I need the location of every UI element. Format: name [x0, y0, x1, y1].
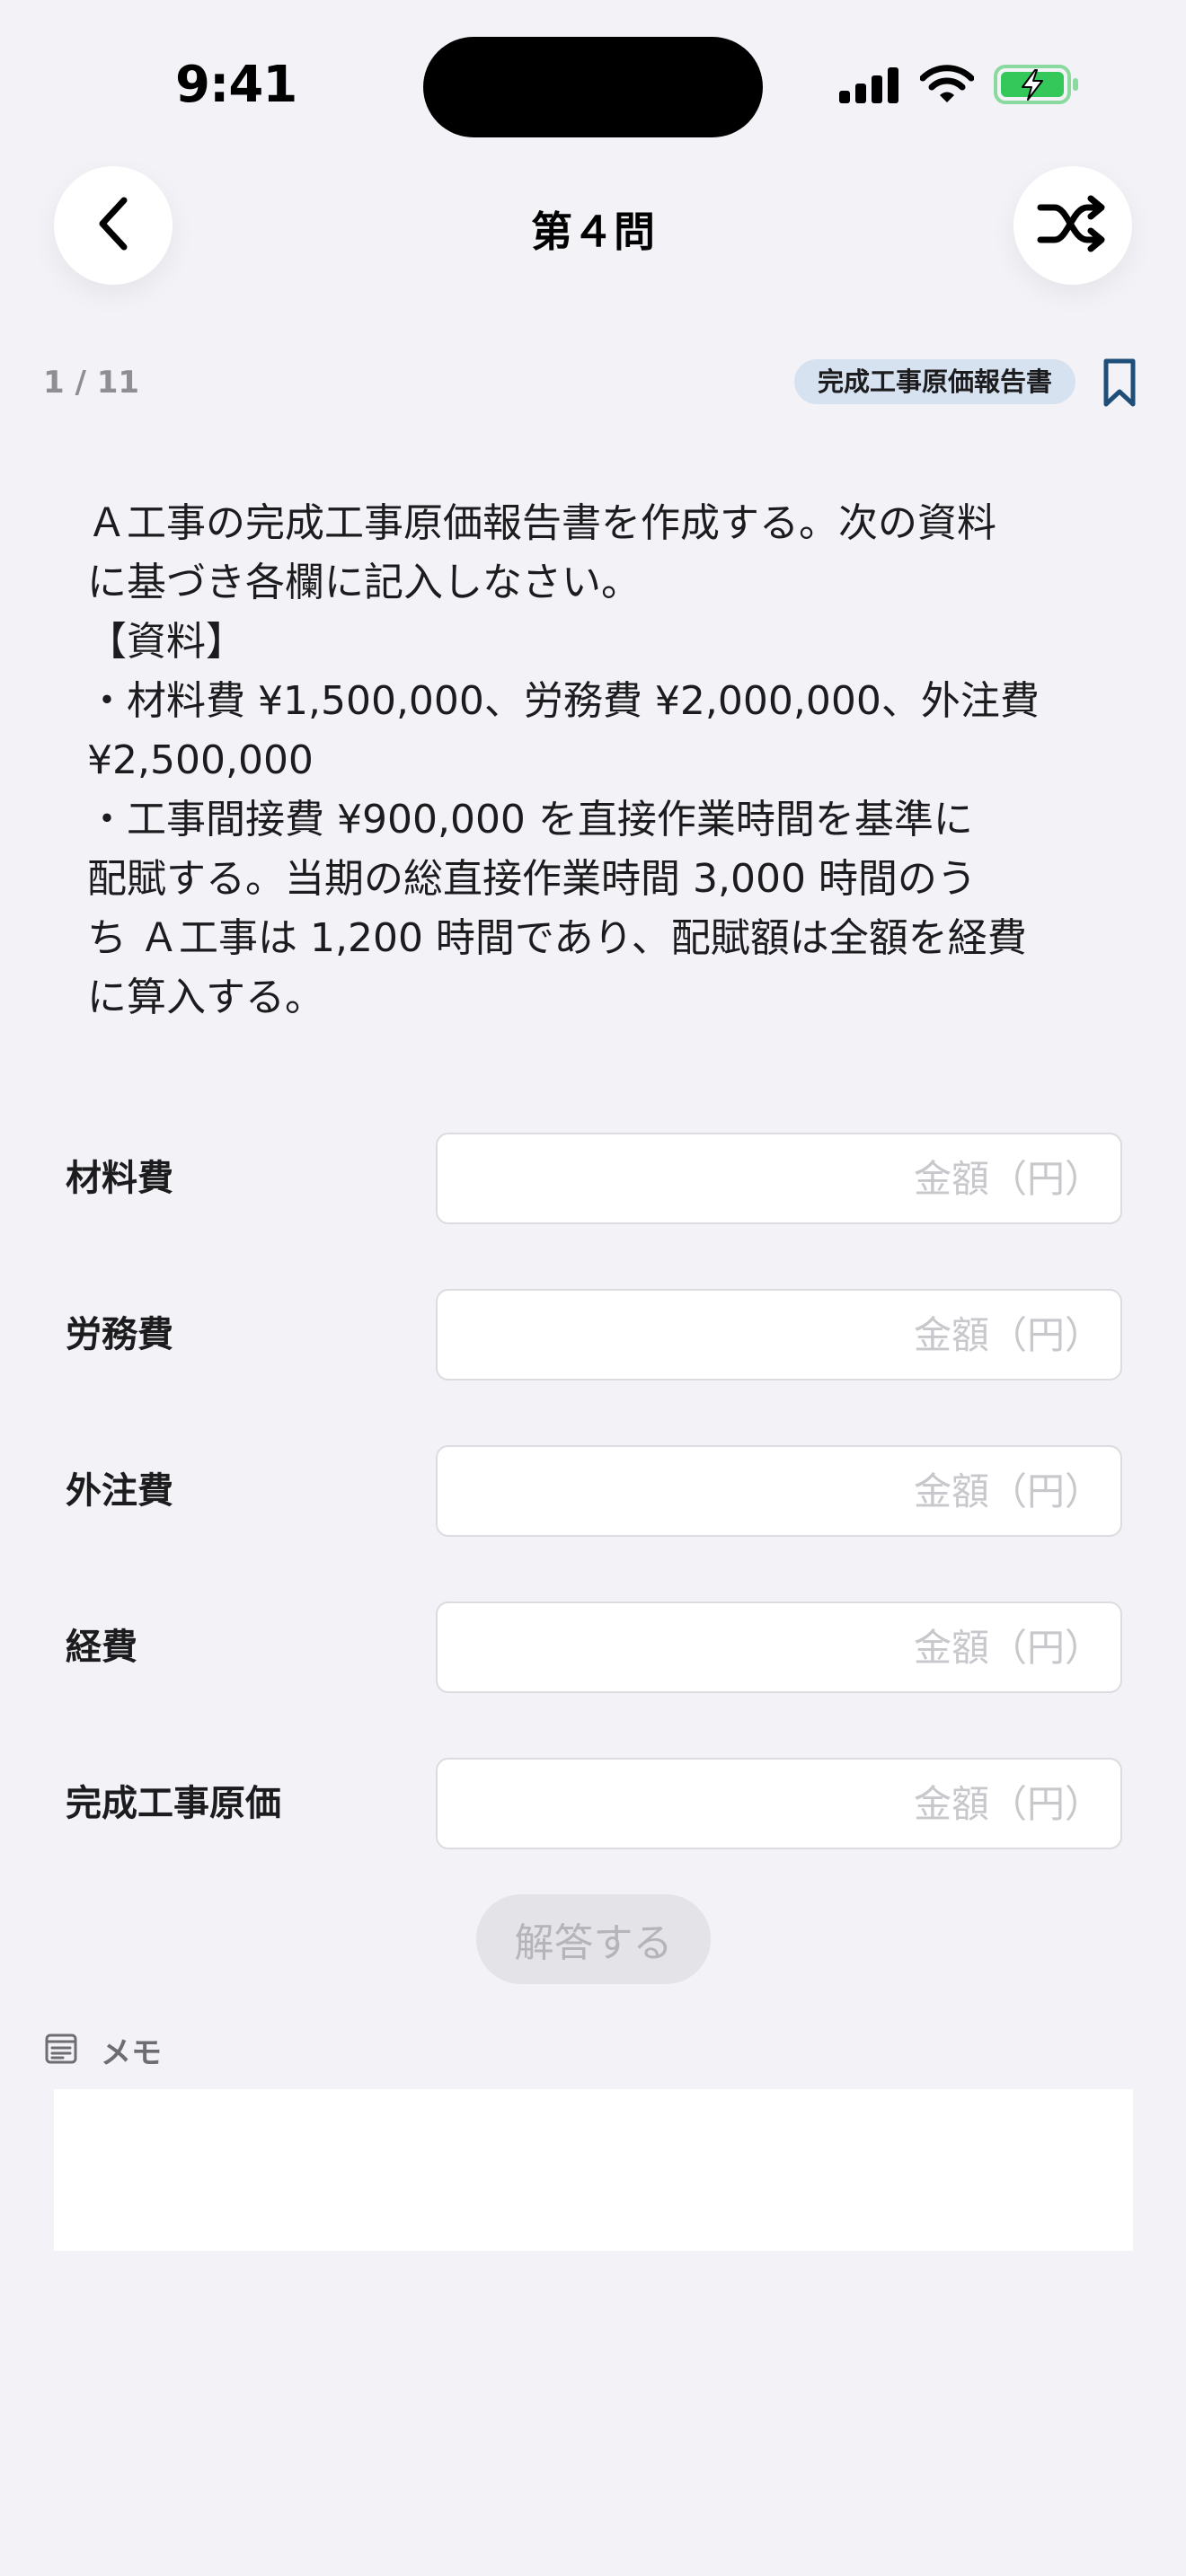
battery-charging-icon — [994, 63, 1080, 110]
field-label: 材料費 — [66, 1158, 173, 1199]
subcontract-cost-input[interactable] — [436, 1445, 1122, 1537]
material-cost-input[interactable] — [436, 1133, 1122, 1224]
field-label: 外注費 — [66, 1470, 173, 1512]
note-icon — [45, 2033, 77, 2068]
question-text: Ａ工事の完成工事原価報告書を作成する。次の資料 に基づき各欄に記入しなさい。 【… — [87, 500, 1040, 1020]
form-row-completed-cost: 完成工事原価 — [0, 1758, 1186, 1849]
status-icons — [839, 63, 1080, 110]
shuffle-button[interactable] — [1013, 166, 1132, 285]
submit-answer-button[interactable]: 解答する — [476, 1894, 711, 1984]
completed-cost-input[interactable] — [436, 1758, 1122, 1849]
cellular-signal-icon — [839, 66, 900, 107]
dynamic-island — [423, 37, 763, 137]
form-row-subcontract-cost: 外注費 — [0, 1445, 1186, 1537]
form-row-labor-cost: 労務費 — [0, 1289, 1186, 1381]
memo-textarea[interactable] — [54, 2089, 1133, 2251]
shuffle-icon — [1037, 195, 1109, 256]
memo-header: メモ — [45, 2028, 162, 2072]
form-row-expenses: 経費 — [0, 1601, 1186, 1693]
expenses-input[interactable] — [436, 1601, 1122, 1693]
form-row-material-cost: 材料費 — [0, 1133, 1186, 1224]
labor-cost-input[interactable] — [436, 1289, 1122, 1381]
bookmark-icon — [1102, 358, 1137, 411]
field-label: 完成工事原価 — [66, 1783, 281, 1824]
page-title: 第４問 — [531, 207, 655, 256]
status-time: 9:41 — [175, 56, 297, 114]
category-tag: 完成工事原価報告書 — [793, 359, 1075, 404]
field-label: 経費 — [66, 1627, 137, 1668]
memo-label: メモ — [101, 2035, 162, 2071]
field-label: 労務費 — [66, 1314, 173, 1355]
question-counter: 1 / 11 — [43, 365, 140, 401]
bookmark-button[interactable] — [1102, 357, 1137, 411]
wifi-icon — [919, 65, 975, 108]
